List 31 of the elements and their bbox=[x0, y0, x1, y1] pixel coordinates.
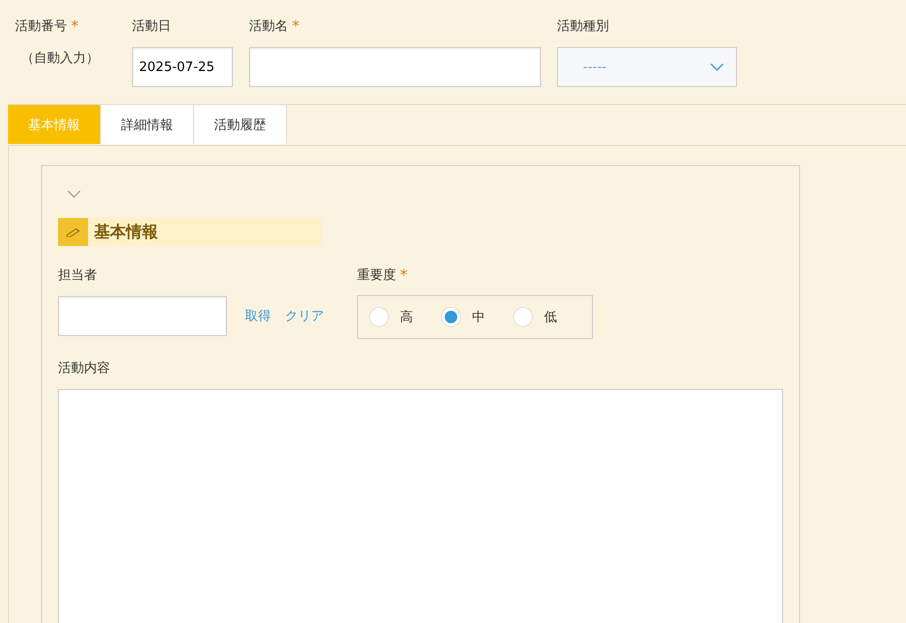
required-mark: * bbox=[71, 17, 78, 35]
field-value: （自動入力） bbox=[20, 50, 100, 67]
link[interactable]: 取得 bbox=[245, 307, 271, 325]
radio-button[interactable] bbox=[441, 307, 461, 327]
input-field[interactable] bbox=[249, 47, 541, 87]
chevron-down-icon bbox=[710, 63, 724, 71]
radio-label: 低 bbox=[544, 309, 557, 326]
input-field[interactable]: 2025-07-25 bbox=[132, 47, 233, 87]
radio-button[interactable] bbox=[369, 307, 389, 327]
chevron-down-icon[interactable] bbox=[67, 190, 81, 198]
text-area[interactable] bbox=[58, 389, 783, 623]
field-label: 重要度 bbox=[357, 267, 396, 284]
input-field[interactable] bbox=[58, 296, 227, 336]
field-label: 活動内容 bbox=[58, 360, 110, 377]
field-label: 活動番号 bbox=[15, 18, 67, 35]
radio-label: 高 bbox=[400, 309, 413, 326]
field-label: 活動日 bbox=[132, 18, 171, 35]
section-title: 基本情報 bbox=[93, 222, 158, 242]
radio-label: 中 bbox=[472, 309, 485, 326]
select-field[interactable]: ----- bbox=[557, 47, 737, 87]
link[interactable]: クリア bbox=[285, 307, 324, 325]
tab[interactable]: 詳細情報 bbox=[101, 105, 194, 144]
radio-button[interactable] bbox=[513, 307, 533, 327]
required-mark: * bbox=[400, 266, 408, 284]
field-label: 活動名 bbox=[249, 18, 288, 35]
pencil-icon bbox=[58, 218, 88, 246]
tab[interactable]: 基本情報 bbox=[8, 105, 101, 144]
tab[interactable]: 活動履歴 bbox=[194, 105, 287, 144]
field-label: 活動種別 bbox=[557, 18, 609, 35]
required-mark: * bbox=[292, 17, 300, 35]
field-label: 担当者 bbox=[58, 267, 97, 284]
